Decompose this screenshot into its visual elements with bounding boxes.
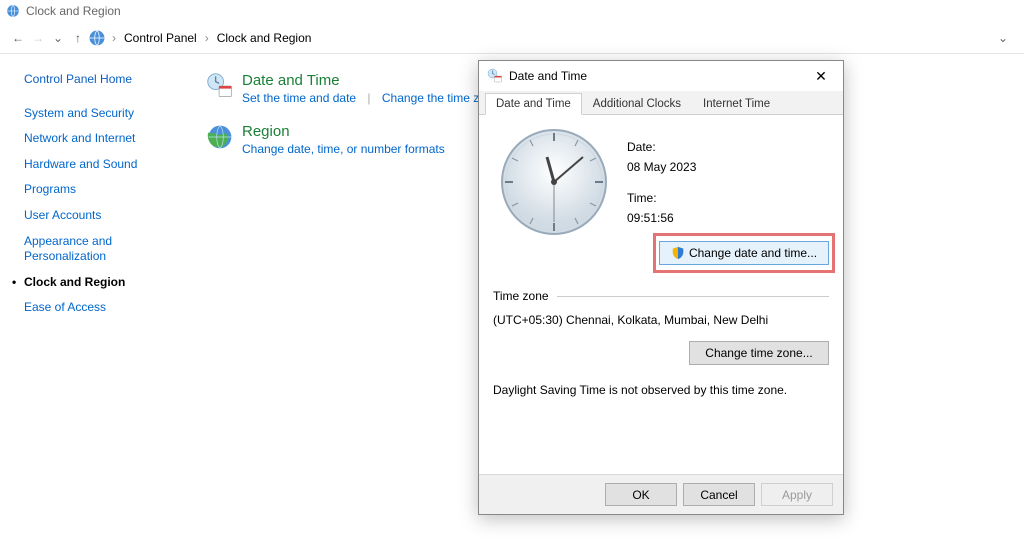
analog-clock-icon [499,127,609,237]
globe-icon [6,4,20,18]
address-dropdown[interactable]: ⌄ [998,31,1008,45]
timezone-label: Time zone [493,289,549,303]
dialog-footer: OK Cancel Apply [479,474,843,514]
timezone-value: (UTC+05:30) Chennai, Kolkata, Mumbai, Ne… [493,313,829,327]
navbar: ← → ⌄ ↑ › Control Panel › Clock and Regi… [0,22,1024,54]
breadcrumb-control-panel[interactable]: Control Panel [124,31,197,45]
dst-note: Daylight Saving Time is not observed by … [493,383,829,397]
clock-date-icon [487,68,503,84]
timezone-header: Time zone [493,289,829,303]
close-button[interactable]: ✕ [807,65,835,87]
ok-button[interactable]: OK [605,483,677,506]
sidebar-item-clock-region[interactable]: Clock and Region [24,275,192,291]
dialog-tabs: Date and Time Additional Clocks Internet… [479,91,843,115]
change-date-time-button[interactable]: Change date and time... [659,241,829,265]
nav-up-button[interactable]: ↑ [68,28,88,48]
window-titlebar: Clock and Region [0,0,1024,22]
change-time-zone-button[interactable]: Change time zone... [689,341,829,365]
dialog-titlebar: Date and Time ✕ [479,61,843,91]
change-date-time-label: Change date and time... [689,246,817,260]
main-panel: Date and Time Set the time and date | Ch… [192,72,499,326]
link-change-formats[interactable]: Change date, time, or number formats [242,142,445,156]
sidebar-item-network-internet[interactable]: Network and Internet [24,131,192,147]
category-title[interactable]: Date and Time [242,72,499,89]
address-bar-icon [88,29,106,47]
category-region: Region Change date, time, or number form… [206,123,499,156]
nav-recent-dropdown[interactable]: ⌄ [48,28,68,48]
sidebar-item-programs[interactable]: Programs [24,182,192,198]
date-time-readout: Date: 08 May 2023 Time: 09:51:56 [627,127,696,237]
time-label: Time: [627,188,696,208]
sidebar: Control Panel Home System and Security N… [24,72,192,326]
separator: | [367,91,370,105]
sidebar-item-user-accounts[interactable]: User Accounts [24,208,192,224]
link-set-time-date[interactable]: Set the time and date [242,91,356,105]
time-value: 09:51:56 [627,208,696,228]
divider [557,296,829,297]
category-date-time: Date and Time Set the time and date | Ch… [206,72,499,105]
globe-region-icon [206,123,234,151]
chevron-right-icon: › [205,31,209,45]
date-label: Date: [627,137,696,157]
dialog-title: Date and Time [509,69,587,83]
tab-date-time[interactable]: Date and Time [485,93,582,115]
sidebar-item-hardware-sound[interactable]: Hardware and Sound [24,157,192,173]
nav-forward-button[interactable]: → [28,28,48,48]
clock-date-icon [206,72,234,100]
sidebar-item-system-security[interactable]: System and Security [24,106,192,122]
sidebar-item-ease-of-access[interactable]: Ease of Access [24,300,192,316]
breadcrumb-current[interactable]: Clock and Region [217,31,312,45]
cancel-button[interactable]: Cancel [683,483,755,506]
tab-additional-clocks[interactable]: Additional Clocks [582,93,692,115]
sidebar-item-appearance[interactable]: Appearance and Personalization [24,234,192,265]
breadcrumb: › Control Panel › Clock and Region [112,31,311,45]
shield-icon [671,246,685,260]
tab-internet-time[interactable]: Internet Time [692,93,781,115]
chevron-right-icon: › [112,31,116,45]
date-value: 08 May 2023 [627,157,696,177]
nav-back-button[interactable]: ← [8,28,28,48]
date-time-dialog: Date and Time ✕ Date and Time Additional… [478,60,844,515]
sidebar-home[interactable]: Control Panel Home [24,72,192,88]
apply-button: Apply [761,483,833,506]
category-title[interactable]: Region [242,123,445,140]
window-title: Clock and Region [26,4,121,18]
dialog-body: Date: 08 May 2023 Time: 09:51:56 Change … [479,115,843,474]
